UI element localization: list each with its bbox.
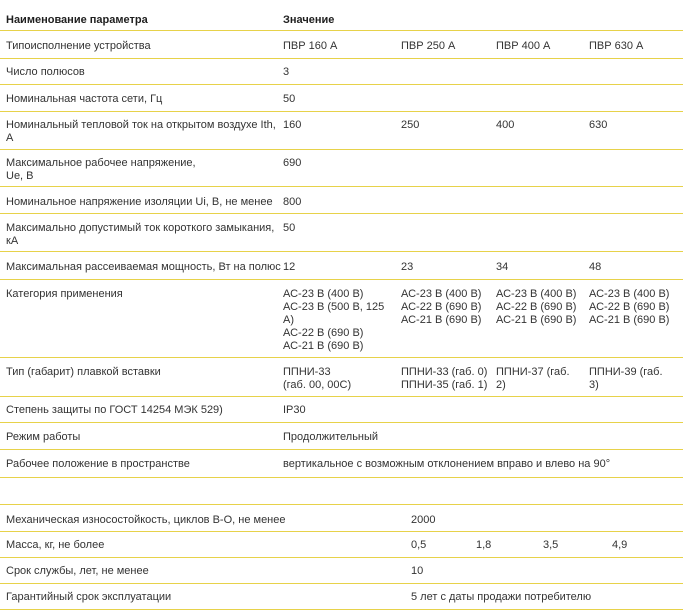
- table-row: Типоисполнение устройства ПВР 160 А ПВР …: [0, 31, 683, 59]
- row-value: 630: [589, 119, 608, 131]
- row-value: 3: [283, 66, 290, 78]
- row-value: 400: [496, 119, 515, 131]
- category-line: АС-21 В (690 В): [401, 314, 482, 326]
- category-line: АС-23 В (400 В): [496, 288, 577, 300]
- category-line: АС-21 В (690 В): [589, 314, 670, 326]
- row-label-line: кА: [6, 235, 19, 247]
- row-label: Механическая износостойкость, циклов В-О…: [6, 514, 286, 526]
- table-row: Режим работы Продолжительный: [0, 423, 683, 450]
- row-value: 48: [589, 261, 602, 273]
- row-value: ПВР 630 А: [589, 40, 644, 52]
- row-label: Тип (габарит) плавкой вставки: [6, 366, 161, 378]
- row-label: Типоисполнение устройства: [6, 40, 151, 52]
- row-value: ПВР 250 А: [401, 40, 456, 52]
- row-value: 800: [283, 196, 302, 208]
- category-line: АС-23 В (500 В, 125: [283, 301, 385, 313]
- row-value: Продолжительный: [283, 431, 379, 443]
- fuse-line: ППНИ-37 (габ.: [496, 366, 570, 378]
- row-label: Номинальная частота сети, Гц: [6, 93, 163, 105]
- row-value: ПВР 400 А: [496, 40, 551, 52]
- row-label: Максимальная рассеиваемая мощность, Вт н…: [6, 261, 281, 273]
- header-row: Наименование параметра Значение: [0, 8, 683, 31]
- table-row: Номинальная частота сети, Гц 50: [0, 85, 683, 112]
- table-row: Гарантийный срок эксплуатации 5 лет с да…: [0, 584, 683, 610]
- table-row: Рабочее положение в пространстве вертика…: [0, 450, 683, 478]
- row-label-line: Максимальное рабочее напряжение,: [6, 157, 196, 169]
- row-label: Степень защиты по ГОСТ 14254 МЭК 529): [6, 404, 223, 416]
- category-line: АС-22 В (690 В): [283, 327, 364, 339]
- row-value: 2000: [411, 514, 436, 526]
- row-label: Число полюсов: [6, 66, 85, 78]
- category-line: АС-22 В (690 В): [401, 301, 482, 313]
- header-param: Наименование параметра: [6, 14, 148, 26]
- category-line: АС-21 В (690 В): [283, 340, 364, 352]
- fuse-line: 3): [589, 379, 599, 391]
- row-value: 690: [283, 157, 302, 169]
- table-row: Категория применения АС-23 В (400 В) АС-…: [0, 280, 683, 358]
- category-line: АС-21 В (690 В): [496, 314, 577, 326]
- row-value: 0,5: [411, 539, 427, 551]
- row-label-line: Максимально допустимый ток короткого зам…: [6, 222, 275, 234]
- fuse-line: ППНИ-39 (габ.: [589, 366, 663, 378]
- row-label: Режим работы: [6, 431, 81, 443]
- category-line: АС-23 В (400 В): [283, 288, 364, 300]
- row-value: ПВР 160 А: [283, 40, 338, 52]
- row-value: 12: [283, 261, 296, 273]
- row-value: 50: [283, 222, 296, 234]
- row-label: Гарантийный срок эксплуатации: [6, 591, 172, 603]
- row-value: 10: [411, 565, 424, 577]
- row-value: 3,5: [543, 539, 559, 551]
- table-row: Число полюсов 3: [0, 59, 683, 85]
- row-value: 4,9: [612, 539, 628, 551]
- row-value: IP30: [283, 404, 306, 416]
- category-line: АС-23 В (400 В): [589, 288, 670, 300]
- table-row: Масса, кг, не более 0,5 1,8 3,5 4,9: [0, 532, 683, 558]
- category-line: АС-22 В (690 В): [496, 301, 577, 313]
- row-value: 50: [283, 93, 296, 105]
- row-label-line: А: [6, 132, 14, 144]
- table-row: Степень защиты по ГОСТ 14254 МЭК 529) IP…: [0, 397, 683, 423]
- table-row: Номинальное напряжение изоляции Ui, В, н…: [0, 187, 683, 214]
- table-row: Максимально допустимый ток короткого зам…: [0, 214, 683, 252]
- row-label: Срок службы, лет, не менее: [6, 565, 149, 577]
- row-value: 250: [401, 119, 420, 131]
- row-value: 5 лет с даты продажи потребителю: [411, 591, 592, 603]
- table-row: Механическая износостойкость, циклов В-О…: [0, 505, 683, 532]
- row-label: Категория применения: [6, 288, 123, 300]
- fuse-line: ППНИ-33 (габ. 0): [401, 366, 488, 378]
- fuse-line: ППНИ-35 (габ. 1): [401, 379, 488, 391]
- fuse-line: (габ. 00, 00С): [283, 379, 352, 391]
- table-row: Тип (габарит) плавкой вставки ППНИ-33 (г…: [0, 358, 683, 397]
- table-row: Срок службы, лет, не менее 10: [0, 558, 683, 584]
- header-value: Значение: [283, 14, 335, 26]
- row-label: Номинальное напряжение изоляции Ui, В, н…: [6, 196, 273, 208]
- category-line: АС-23 В (400 В): [401, 288, 482, 300]
- fuse-line: ППНИ-33: [283, 366, 331, 378]
- row-value: 34: [496, 261, 509, 273]
- category-line: А): [283, 314, 294, 326]
- category-line: АС-22 В (690 В): [589, 301, 670, 313]
- table-row: Максимальная рассеиваемая мощность, Вт н…: [0, 252, 683, 280]
- row-label: Рабочее положение в пространстве: [6, 458, 190, 470]
- table-row: Максимальное рабочее напряжение, Ue, В 6…: [0, 150, 683, 187]
- row-value: 23: [401, 261, 414, 273]
- table-row: Номинальный тепловой ток на открытом воз…: [0, 112, 683, 150]
- row-label-line: Ue, В: [6, 170, 34, 182]
- row-value: вертикальное с возможным отклонением впр…: [283, 458, 611, 470]
- table-spacer-row: [0, 478, 683, 505]
- fuse-line: 2): [496, 379, 506, 391]
- row-label-line: Номинальный тепловой ток на открытом воз…: [6, 119, 276, 131]
- row-value: 1,8: [476, 539, 492, 551]
- row-value: 160: [283, 119, 302, 131]
- row-label: Масса, кг, не более: [6, 539, 105, 551]
